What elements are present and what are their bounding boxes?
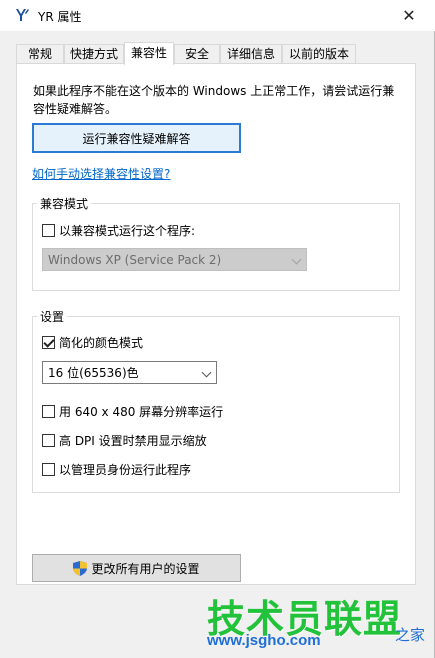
os-version-select[interactable]: Windows XP (Service Pack 2) xyxy=(42,248,307,271)
checkbox-box xyxy=(42,434,55,447)
tab-label: 常规 xyxy=(27,47,52,61)
button-label: 运行兼容性疑难解答 xyxy=(82,131,191,146)
checkbox-label: 以兼容模式运行这个程序: xyxy=(59,224,196,238)
change-all-users-button[interactable]: 更改所有用户的设置 xyxy=(32,554,241,582)
tab-security[interactable]: 安全 xyxy=(174,44,220,64)
watermark-title: 技术员联盟 xyxy=(207,597,403,641)
settings-group: 设置 简化的颜色模式 16 位(65536)色 用 640 x 480 屏幕分辨… xyxy=(32,308,400,493)
select-value: 16 位(65536)色 xyxy=(48,366,139,380)
checkbox-box xyxy=(42,463,55,476)
tab-strip: 常规 快捷方式 兼容性 安全 详细信息 以前的版本 xyxy=(16,42,416,65)
checkbox-box xyxy=(42,405,55,418)
tab-previous-versions[interactable]: 以前的版本 xyxy=(282,44,356,64)
tab-label: 安全 xyxy=(184,47,209,61)
dpi-scaling-checkbox[interactable]: 高 DPI 设置时禁用显示缩放 xyxy=(42,432,207,449)
tab-general[interactable]: 常规 xyxy=(16,44,64,64)
select-value: Windows XP (Service Pack 2) xyxy=(48,252,222,267)
tab-label: 快捷方式 xyxy=(69,47,118,61)
settings-group-label: 设置 xyxy=(37,308,68,325)
window-title: YR 属性 xyxy=(38,10,82,24)
tab-compatibility[interactable]: 兼容性 xyxy=(124,42,174,65)
checkbox-label: 高 DPI 设置时禁用显示缩放 xyxy=(59,434,207,448)
compat-mode-group: 兼容模式 以兼容模式运行这个程序: Windows XP (Service Pa… xyxy=(32,195,400,291)
compat-mode-group-label: 兼容模式 xyxy=(37,195,92,212)
watermark-suffix: 之家 xyxy=(395,626,426,644)
tab-details[interactable]: 详细信息 xyxy=(220,44,282,64)
close-button[interactable]: ✕ xyxy=(387,0,431,30)
tab-label: 详细信息 xyxy=(226,47,275,61)
uac-shield-icon xyxy=(73,560,88,576)
color-depth-select[interactable]: 16 位(65536)色 xyxy=(42,361,217,384)
watermark-url: www.jsgho.com xyxy=(207,632,321,649)
checkbox-box xyxy=(42,336,55,349)
close-icon: ✕ xyxy=(402,5,416,25)
tab-label: 兼容性 xyxy=(130,46,167,60)
checkbox-label: 用 640 x 480 屏幕分辨率运行 xyxy=(59,405,224,419)
tab-shortcut[interactable]: 快捷方式 xyxy=(64,44,124,64)
title-bar: YR 属性 ✕ xyxy=(0,0,435,31)
manual-settings-link[interactable]: 如何手动选择兼容性设置? xyxy=(32,165,170,182)
chevron-down-icon xyxy=(291,254,302,265)
tab-label: 以前的版本 xyxy=(288,47,349,61)
properties-window: YR 属性 ✕ 常规 快捷方式 兼容性 安全 详细信息 以前的版本 如果此程序不… xyxy=(0,0,435,658)
site-watermark: 技术员联盟 www.jsgho.com 之家 xyxy=(205,588,435,658)
checkbox-box xyxy=(42,224,55,237)
app-icon xyxy=(16,9,29,21)
intro-text: 如果此程序不能在这个版本的 Windows 上正常工作，请尝试运行兼容性疑难解答… xyxy=(33,84,395,116)
checkbox-label: 简化的颜色模式 xyxy=(59,336,144,350)
reduced-color-checkbox[interactable]: 简化的颜色模式 xyxy=(42,334,143,351)
chevron-down-icon xyxy=(201,367,212,378)
run-troubleshooter-button[interactable]: 运行兼容性疑难解答 xyxy=(32,123,241,153)
checkbox-label: 以管理员身份运行此程序 xyxy=(59,463,192,477)
button-label: 更改所有用户的设置 xyxy=(91,561,200,576)
compat-mode-checkbox[interactable]: 以兼容模式运行这个程序: xyxy=(42,222,195,239)
compatibility-panel: 如果此程序不能在这个版本的 Windows 上正常工作，请尝试运行兼容性疑难解答… xyxy=(16,63,416,585)
resolution-checkbox[interactable]: 用 640 x 480 屏幕分辨率运行 xyxy=(42,403,223,420)
run-as-admin-checkbox[interactable]: 以管理员身份运行此程序 xyxy=(42,461,191,478)
